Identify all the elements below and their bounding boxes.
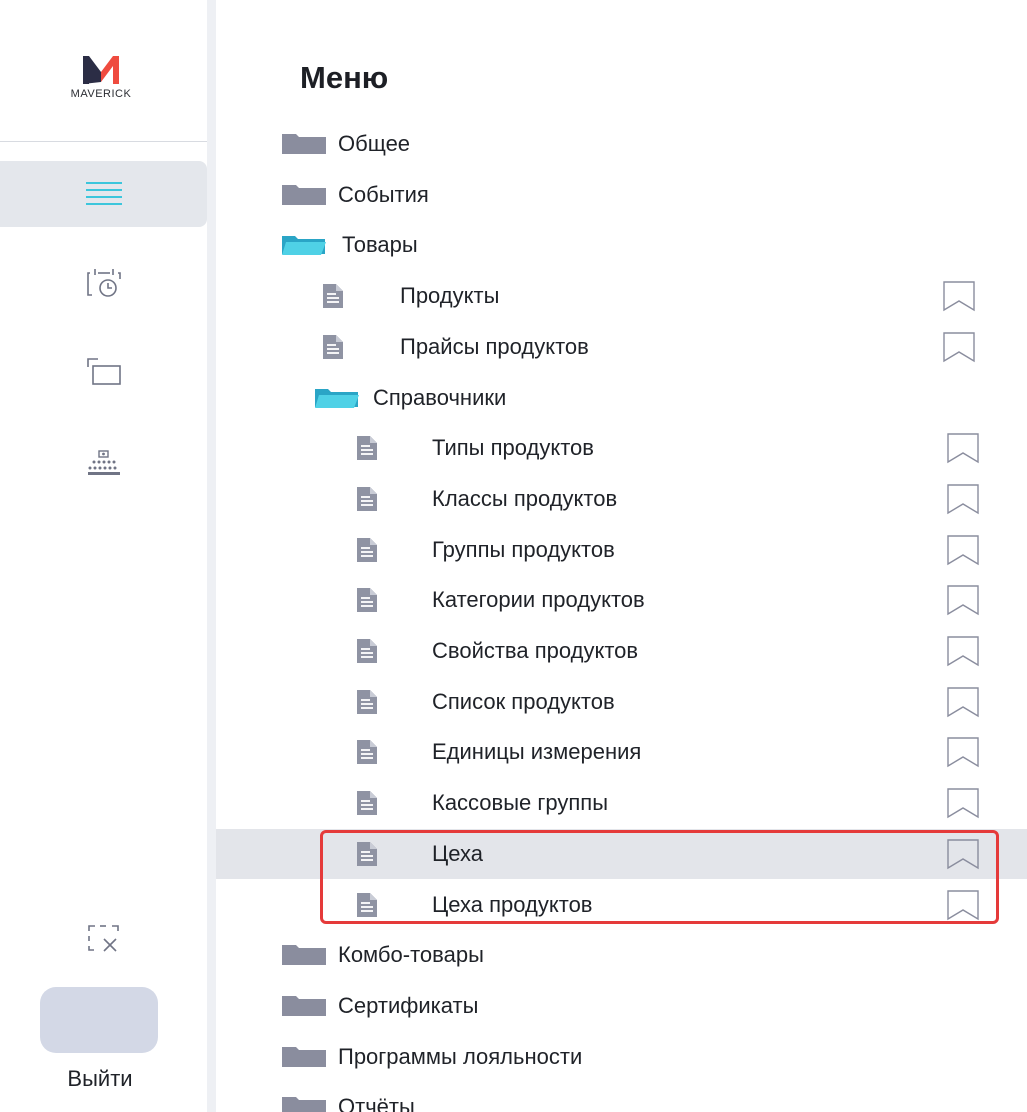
folder-icon [282, 1097, 326, 1112]
rail-menu-button[interactable] [0, 161, 207, 227]
bookmark-icon[interactable] [946, 534, 980, 566]
menu-item-label: Цеха продуктов [432, 892, 593, 917]
maverick-logo: MAVERICK [26, 52, 176, 108]
bookmark-icon[interactable] [946, 787, 980, 819]
document-icon [357, 791, 377, 815]
document-icon [323, 335, 343, 359]
menu-item[interactable]: Классы продуктов [216, 474, 1027, 524]
folder-item[interactable]: Товары [216, 220, 1027, 270]
bookmark-icon[interactable] [942, 331, 976, 363]
menu-item[interactable]: Типы продуктов [216, 423, 1027, 473]
bookmark-icon[interactable] [946, 432, 980, 464]
menu-item-label: Комбо-товары [338, 942, 484, 967]
menu-item-label: Общее [338, 131, 411, 156]
document-icon [357, 893, 377, 917]
menu-item[interactable]: Продукты [216, 271, 1027, 321]
menu-item-label: Единицы измерения [432, 739, 642, 764]
org-structure-icon [87, 450, 120, 475]
bookmark-icon[interactable] [946, 736, 980, 768]
folder-icon [282, 185, 326, 205]
menu-item-label: Список продуктов [432, 689, 615, 714]
rail-separator [207, 0, 216, 1112]
document-icon [357, 436, 377, 460]
bookmark-icon[interactable] [946, 483, 980, 515]
menu-item[interactable]: Список продуктов [216, 677, 1027, 727]
rail-divider-line [0, 141, 207, 142]
bookmark-icon[interactable] [946, 838, 980, 870]
folder-item[interactable]: Сертификаты [216, 981, 1027, 1031]
folder-item[interactable]: Программы лояльности [216, 1032, 1027, 1082]
folder-icon [282, 1047, 326, 1067]
rail-windows-button[interactable] [0, 338, 207, 404]
document-icon [357, 487, 377, 511]
document-icon [323, 284, 343, 308]
folder-item[interactable]: Общее [216, 119, 1027, 169]
menu-item-label: Свойства продуктов [432, 638, 639, 663]
menu-item-label: События [338, 182, 429, 207]
folder-open-icon [315, 389, 359, 408]
calendar-clock-icon [86, 269, 121, 297]
logo-text: MAVERICK [70, 88, 132, 100]
folder-open-icon [282, 236, 326, 255]
logout-button[interactable]: Выйти [0, 1066, 200, 1092]
menu-item-label: Прайсы продуктов [400, 334, 589, 359]
menu-item[interactable]: Цеха [216, 829, 1027, 879]
document-icon [357, 740, 377, 764]
menu-item[interactable]: Кассовые группы [216, 778, 1027, 828]
folder-item[interactable]: Справочники [216, 373, 1027, 423]
document-icon [357, 690, 377, 714]
maverick-logo-icon [83, 56, 119, 84]
menu-item-label: Кассовые группы [432, 790, 609, 815]
menu-list-icon [85, 182, 122, 205]
document-icon [357, 538, 377, 562]
rail-structure-button[interactable] [0, 430, 207, 496]
menu-item[interactable]: Прайсы продуктов [216, 322, 1027, 372]
left-rail: MAVERICK Выйти [0, 0, 207, 1112]
menu-item-label: Категории продуктов [432, 587, 645, 612]
folder-icon [282, 996, 326, 1016]
rail-close-selection-button[interactable] [0, 905, 207, 971]
close-selection-icon [87, 925, 119, 952]
rail-calendar-button[interactable] [0, 250, 207, 316]
menu-item-label: Программы лояльности [338, 1044, 583, 1069]
menu-item[interactable]: Категории продуктов [216, 575, 1027, 625]
bookmark-icon[interactable] [946, 889, 980, 921]
menu-item-label: Продукты [400, 283, 500, 308]
page-title: Меню [300, 60, 389, 95]
menu-item-label: Сертификаты [338, 993, 479, 1018]
document-icon [357, 588, 377, 612]
menu-item-label: Типы продуктов [432, 435, 594, 460]
menu-item-label: Справочники [373, 385, 507, 410]
menu-item-label: Цеха [432, 841, 484, 866]
menu-item[interactable]: Цеха продуктов [216, 880, 1027, 930]
bookmark-icon[interactable] [942, 280, 976, 312]
bookmark-icon[interactable] [946, 686, 980, 718]
menu-item[interactable]: Свойства продуктов [216, 626, 1027, 676]
folder-item[interactable]: Отчёты [216, 1082, 1027, 1112]
menu-item-label: Товары [342, 232, 418, 257]
document-icon [357, 842, 377, 866]
folder-icon [282, 945, 326, 965]
windows-icon [86, 358, 121, 385]
bookmark-icon[interactable] [946, 635, 980, 667]
folder-item[interactable]: Комбо-товары [216, 930, 1027, 980]
document-icon [357, 639, 377, 663]
menu-item-label: Отчёты [338, 1094, 415, 1112]
avatar[interactable] [40, 987, 158, 1053]
folder-icon [282, 134, 326, 154]
menu-item-label: Классы продуктов [432, 486, 618, 511]
menu-item[interactable]: Группы продуктов [216, 525, 1027, 575]
folder-item[interactable]: События [216, 170, 1027, 220]
menu-item-label: Группы продуктов [432, 537, 615, 562]
menu-item[interactable]: Единицы измерения [216, 727, 1027, 777]
bookmark-icon[interactable] [946, 584, 980, 616]
